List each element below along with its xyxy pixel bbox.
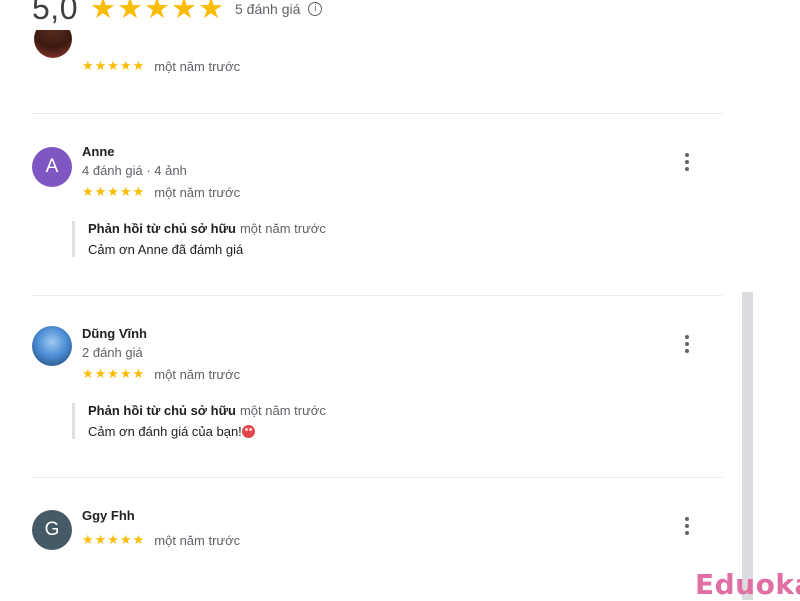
star-rating: ★★★★★ bbox=[82, 532, 146, 547]
star-rating: ★★★★★ bbox=[82, 184, 146, 199]
heart-eyes-emoji-icon bbox=[241, 425, 255, 438]
star-rating: ★★★★★ bbox=[82, 366, 146, 381]
rating-summary: 5,0 ★★★★★ 5 đánh giá i bbox=[32, 0, 323, 27]
review-time: một năm trước bbox=[154, 366, 241, 382]
reviewer-name[interactable]: Ggy Fhh bbox=[82, 508, 135, 523]
reviewer-meta: 2 đánh giá bbox=[82, 345, 143, 360]
reviewer-name[interactable]: Anne bbox=[82, 144, 115, 159]
owner-reply: Phản hồi từ chủ sở hữu một năm trước Cảm … bbox=[72, 221, 326, 257]
average-stars: ★★★★★ bbox=[89, 0, 225, 25]
owner-reply-time: một năm trước bbox=[239, 403, 326, 418]
review-rating: ★★★★★ một năm trước bbox=[82, 58, 240, 74]
avatar[interactable] bbox=[32, 326, 72, 366]
owner-reply-text: Cảm ơn đánh giá của bạn! bbox=[88, 424, 242, 439]
more-options-icon[interactable] bbox=[680, 335, 694, 353]
owner-reply-title: Phản hồi từ chủ sở hữu bbox=[88, 403, 236, 418]
info-icon[interactable]: i bbox=[308, 1, 323, 16]
avatar[interactable]: G bbox=[32, 510, 72, 550]
review-rating: ★★★★★ một năm trước bbox=[82, 184, 240, 200]
divider bbox=[32, 477, 722, 478]
review-count[interactable]: 5 đánh giá bbox=[235, 1, 300, 17]
divider bbox=[32, 295, 722, 296]
more-options-icon[interactable] bbox=[680, 517, 694, 535]
more-options-icon[interactable] bbox=[680, 153, 694, 171]
divider bbox=[32, 113, 722, 114]
review-rating: ★★★★★ một năm trước bbox=[82, 532, 240, 548]
average-score: 5,0 bbox=[32, 0, 78, 26]
owner-reply-title: Phản hồi từ chủ sở hữu bbox=[88, 221, 236, 236]
owner-reply: Phản hồi từ chủ sở hữu một năm trước Cảm … bbox=[72, 403, 326, 439]
scrollbar[interactable] bbox=[742, 292, 753, 600]
review-rating: ★★★★★ một năm trước bbox=[82, 366, 240, 382]
owner-reply-text: Cảm ơn Anne đã đámh giá bbox=[88, 242, 244, 257]
review-time: một năm trước bbox=[154, 58, 241, 74]
owner-reply-time: một năm trước bbox=[239, 221, 326, 236]
avatar[interactable]: A bbox=[32, 147, 72, 187]
star-rating: ★★★★★ bbox=[82, 58, 146, 73]
reviewer-meta: 4 đánh giá · 4 ảnh bbox=[82, 163, 187, 178]
review-time: một năm trước bbox=[154, 184, 241, 200]
avatar[interactable] bbox=[34, 30, 72, 58]
watermark-logo: Eduoka bbox=[695, 568, 800, 601]
reviewer-name[interactable]: Dũng Vĩnh bbox=[82, 326, 147, 341]
review-time: một năm trước bbox=[154, 532, 241, 548]
